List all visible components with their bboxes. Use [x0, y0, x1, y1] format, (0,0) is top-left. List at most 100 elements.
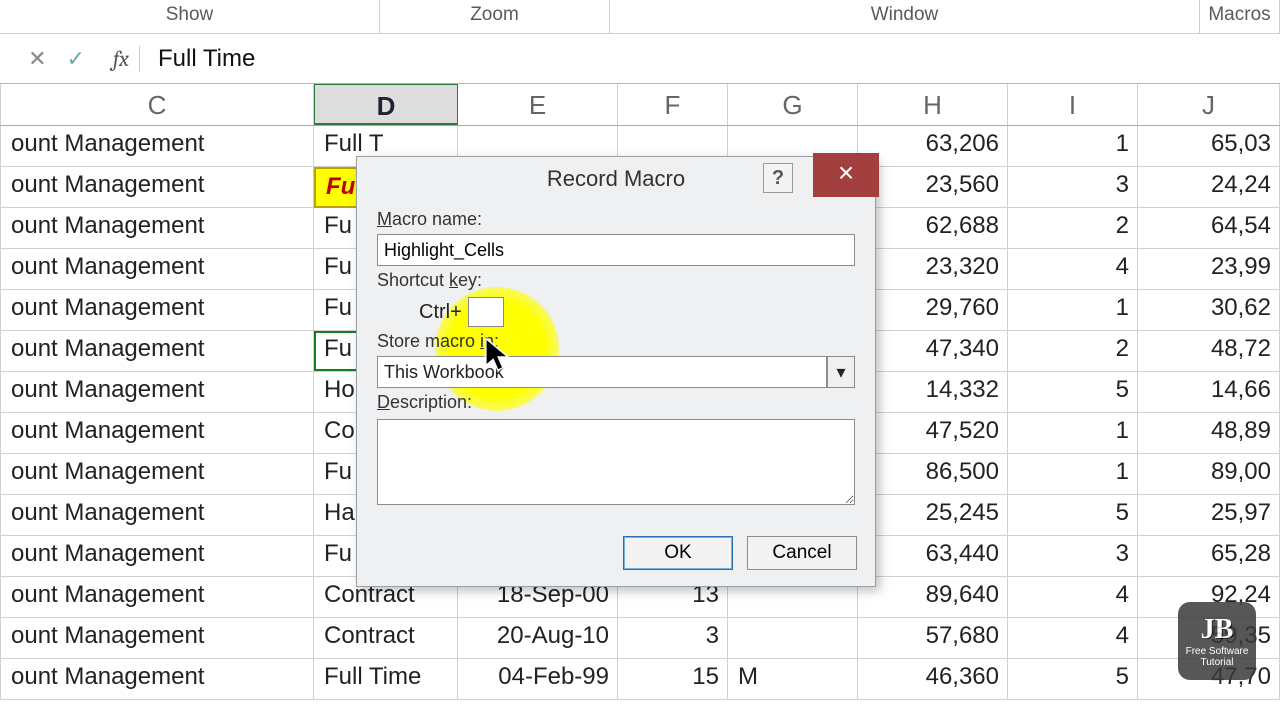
watermark-line2: Tutorial	[1201, 657, 1234, 668]
cell[interactable]: 23,560	[858, 167, 1008, 208]
cell[interactable]: 15	[618, 659, 728, 700]
cell[interactable]: ount Management	[0, 495, 314, 536]
table-row[interactable]: ount ManagementFull Time04-Feb-9915M46,3…	[0, 659, 1280, 700]
cell[interactable]: 30,62	[1138, 290, 1280, 331]
cell[interactable]: M	[728, 659, 858, 700]
cell[interactable]: 46,360	[858, 659, 1008, 700]
cell[interactable]: 4	[1008, 249, 1138, 290]
ribbon-group-show: Show	[0, 0, 380, 33]
col-header-D[interactable]: D	[314, 84, 458, 125]
cell[interactable]: 24,24	[1138, 167, 1280, 208]
formula-enter-icon[interactable]: ✓	[67, 46, 85, 72]
cell[interactable]: 14,66	[1138, 372, 1280, 413]
col-header-H[interactable]: H	[858, 84, 1008, 125]
cell[interactable]: 5	[1008, 495, 1138, 536]
col-header-I[interactable]: I	[1008, 84, 1138, 125]
cell[interactable]: 23,99	[1138, 249, 1280, 290]
cell[interactable]: 23,320	[858, 249, 1008, 290]
dialog-title: Record Macro	[357, 166, 875, 192]
table-row[interactable]: ount ManagementContract20-Aug-103 57,6804…	[0, 618, 1280, 659]
dialog-titlebar[interactable]: Record Macro ? ×	[357, 157, 875, 201]
cell[interactable]: 1	[1008, 126, 1138, 167]
description-label: Description:	[377, 392, 855, 413]
cell[interactable]: 3	[1008, 167, 1138, 208]
record-macro-dialog: Record Macro ? × Macro name: Shortcut ke…	[356, 156, 876, 587]
cell[interactable]: 48,89	[1138, 413, 1280, 454]
ctrl-plus-label: Ctrl+	[419, 301, 462, 324]
cell[interactable]: 62,688	[858, 208, 1008, 249]
shortcut-key-input[interactable]	[468, 297, 504, 327]
cell[interactable]: 1	[1008, 413, 1138, 454]
macro-name-label: Macro name:	[377, 209, 855, 230]
ribbon-group-window: Window	[610, 0, 1200, 33]
cell[interactable]: ount Management	[0, 331, 314, 372]
ok-button[interactable]: OK	[623, 536, 733, 570]
cell[interactable]: 86,500	[858, 454, 1008, 495]
cell[interactable]: 25,245	[858, 495, 1008, 536]
close-button[interactable]: ×	[813, 153, 879, 197]
cell[interactable]: ount Management	[0, 167, 314, 208]
col-header-G[interactable]: G	[728, 84, 858, 125]
cell[interactable]: ount Management	[0, 208, 314, 249]
cell[interactable]: ount Management	[0, 249, 314, 290]
cell[interactable]: 63,440	[858, 536, 1008, 577]
cell[interactable]: 64,54	[1138, 208, 1280, 249]
cell[interactable]: ount Management	[0, 413, 314, 454]
formula-input[interactable]	[158, 45, 1280, 73]
column-headers[interactable]: C D E F G H I J	[0, 84, 1280, 126]
col-header-J[interactable]: J	[1138, 84, 1280, 125]
watermark-logo: JB	[1201, 614, 1234, 646]
cell[interactable]	[728, 618, 858, 659]
cell[interactable]: 3	[618, 618, 728, 659]
cell[interactable]: ount Management	[0, 290, 314, 331]
cell[interactable]: 5	[1008, 372, 1138, 413]
cell[interactable]: 1	[1008, 454, 1138, 495]
cell[interactable]: 29,760	[858, 290, 1008, 331]
cell[interactable]: 65,03	[1138, 126, 1280, 167]
fx-icon[interactable]: fx	[113, 46, 129, 72]
cell[interactable]: 25,97	[1138, 495, 1280, 536]
cell[interactable]: 63,206	[858, 126, 1008, 167]
cell[interactable]: 3	[1008, 536, 1138, 577]
cell[interactable]: 20-Aug-10	[458, 618, 618, 659]
cell[interactable]: 47,520	[858, 413, 1008, 454]
cancel-button[interactable]: Cancel	[747, 536, 857, 570]
cell[interactable]: 89,640	[858, 577, 1008, 618]
cell[interactable]: 57,680	[858, 618, 1008, 659]
cell[interactable]: ount Management	[0, 372, 314, 413]
cell[interactable]: 48,72	[1138, 331, 1280, 372]
macro-name-input[interactable]	[377, 234, 855, 266]
cell[interactable]: 4	[1008, 618, 1138, 659]
cell[interactable]: 47,340	[858, 331, 1008, 372]
dropdown-icon[interactable]: ▾	[827, 356, 855, 388]
description-textarea[interactable]	[377, 419, 855, 505]
cell[interactable]: ount Management	[0, 577, 314, 618]
cell[interactable]: ount Management	[0, 126, 314, 167]
cell[interactable]: 4	[1008, 577, 1138, 618]
cell[interactable]: 2	[1008, 331, 1138, 372]
shortcut-key-label: Shortcut key:	[377, 270, 855, 291]
store-macro-in-select[interactable]: This Workbook	[377, 356, 827, 388]
cell[interactable]: ount Management	[0, 536, 314, 577]
cell[interactable]: 5	[1008, 659, 1138, 700]
cell[interactable]: 1	[1008, 290, 1138, 331]
cell[interactable]: ount Management	[0, 618, 314, 659]
watermark-line1: Free Software	[1186, 646, 1249, 657]
store-macro-in-label: Store macro in:	[377, 331, 855, 352]
ribbon-group-macros: Macros	[1200, 0, 1280, 33]
help-button[interactable]: ?	[763, 163, 793, 193]
cell[interactable]: 65,28	[1138, 536, 1280, 577]
cell[interactable]: 2	[1008, 208, 1138, 249]
formula-cancel-icon[interactable]: ✕	[28, 46, 46, 72]
cell[interactable]: 89,00	[1138, 454, 1280, 495]
cell[interactable]: ount Management	[0, 659, 314, 700]
cell[interactable]: 14,332	[858, 372, 1008, 413]
col-header-E[interactable]: E	[458, 84, 618, 125]
cell[interactable]: ount Management	[0, 454, 314, 495]
col-header-C[interactable]: C	[0, 84, 314, 125]
col-header-F[interactable]: F	[618, 84, 728, 125]
formula-bar: ✕ ✓ fx	[0, 34, 1280, 84]
cell[interactable]: 04-Feb-99	[458, 659, 618, 700]
cell[interactable]: Full Time	[314, 659, 458, 700]
cell[interactable]: Contract	[314, 618, 458, 659]
